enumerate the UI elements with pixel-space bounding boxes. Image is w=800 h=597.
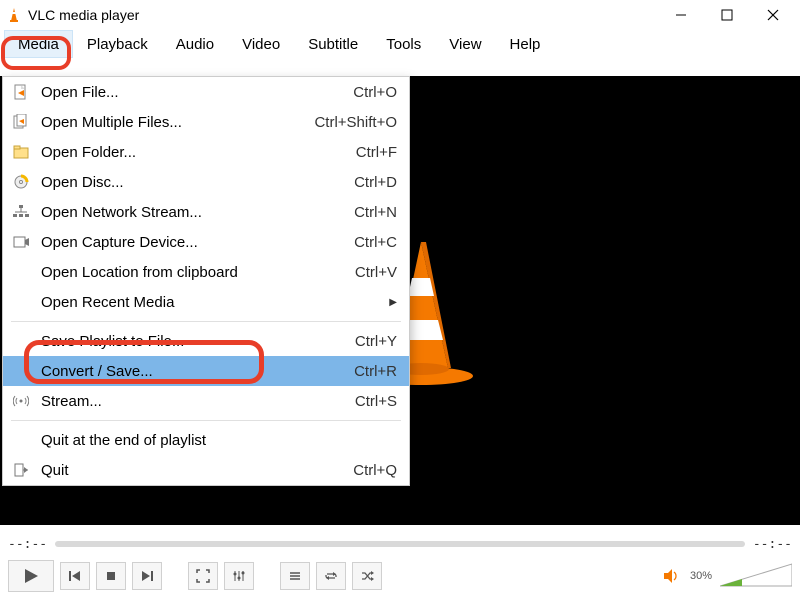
menuitem-shortcut: Ctrl+D [338, 174, 397, 191]
menuitem-shortcut: Ctrl+O [337, 84, 397, 101]
shuffle-button[interactable] [352, 562, 382, 590]
menuitem-label: Quit [41, 462, 337, 479]
menu-subtitle[interactable]: Subtitle [294, 30, 372, 58]
menuitem-shortcut: Ctrl+R [338, 363, 397, 380]
menuitem-open-capture[interactable]: Open Capture Device... Ctrl+C [3, 227, 409, 257]
menuitem-shortcut: Ctrl+Q [337, 462, 397, 479]
titlebar: VLC media player [0, 0, 800, 30]
menuitem-label: Open Folder... [41, 144, 340, 161]
speaker-icon[interactable] [662, 567, 680, 585]
stop-button[interactable] [96, 562, 126, 590]
menuitem-open-network[interactable]: Open Network Stream... Ctrl+N [3, 197, 409, 227]
menuitem-shortcut: Ctrl+S [339, 393, 397, 410]
ext-settings-button[interactable] [224, 562, 254, 590]
menuitem-save-playlist[interactable]: Save Playlist to File... Ctrl+Y [3, 326, 409, 356]
menuitem-open-folder[interactable]: Open Folder... Ctrl+F [3, 137, 409, 167]
menubar: Media Playback Audio Video Subtitle Tool… [0, 30, 800, 58]
menuitem-label: Open Multiple Files... [41, 114, 298, 131]
menu-media[interactable]: Media [4, 30, 73, 58]
menuitem-label: Open File... [41, 84, 337, 101]
close-button[interactable] [750, 0, 796, 30]
volume-percent: 30% [690, 570, 712, 582]
menu-audio[interactable]: Audio [162, 30, 228, 58]
file-icon [11, 82, 31, 102]
remaining-time[interactable]: --:-- [753, 537, 792, 552]
controls-bar: 30% [8, 559, 792, 593]
menu-tools[interactable]: Tools [372, 30, 435, 58]
menuitem-open-file[interactable]: Open File... Ctrl+O [3, 77, 409, 107]
disc-icon [11, 172, 31, 192]
menuitem-open-disc[interactable]: Open Disc... Ctrl+D [3, 167, 409, 197]
minimize-button[interactable] [658, 0, 704, 30]
menuitem-shortcut: Ctrl+Y [339, 333, 397, 350]
menuitem-label: Open Disc... [41, 174, 338, 191]
menu-playback[interactable]: Playback [73, 30, 162, 58]
playlist-button[interactable] [280, 562, 310, 590]
menu-separator [11, 420, 401, 421]
menuitem-quit[interactable]: Quit Ctrl+Q [3, 455, 409, 485]
menuitem-shortcut: Ctrl+C [338, 234, 397, 251]
menuitem-shortcut: Ctrl+N [338, 204, 397, 221]
network-icon [11, 202, 31, 222]
time-tracker: --:-- --:-- [8, 533, 792, 555]
seek-slider[interactable] [55, 541, 745, 547]
menuitem-quit-end[interactable]: Quit at the end of playlist [3, 425, 409, 455]
capture-icon [11, 232, 31, 252]
menuitem-open-multiple[interactable]: Open Multiple Files... Ctrl+Shift+O [3, 107, 409, 137]
quit-icon [11, 460, 31, 480]
menuitem-open-clipboard[interactable]: Open Location from clipboard Ctrl+V [3, 257, 409, 287]
window-title: VLC media player [28, 7, 658, 23]
menuitem-label: Quit at the end of playlist [41, 432, 397, 449]
files-icon [11, 112, 31, 132]
menuitem-label: Open Network Stream... [41, 204, 338, 221]
maximize-button[interactable] [704, 0, 750, 30]
volume-slider[interactable] [720, 562, 792, 590]
menuitem-label: Open Capture Device... [41, 234, 338, 251]
menuitem-label: Open Recent Media [41, 294, 389, 311]
elapsed-time[interactable]: --:-- [8, 537, 47, 552]
menuitem-stream[interactable]: Stream... Ctrl+S [3, 386, 409, 416]
previous-button[interactable] [60, 562, 90, 590]
menuitem-label: Stream... [41, 393, 339, 410]
loop-button[interactable] [316, 562, 346, 590]
media-dropdown: Open File... Ctrl+O Open Multiple Files.… [2, 76, 410, 486]
next-button[interactable] [132, 562, 162, 590]
menu-view[interactable]: View [435, 30, 495, 58]
menu-separator [11, 321, 401, 322]
menuitem-open-recent[interactable]: Open Recent Media ▶ [3, 287, 409, 317]
stream-icon [11, 391, 31, 411]
menuitem-convert-save[interactable]: Convert / Save... Ctrl+R [3, 356, 409, 386]
menuitem-label: Convert / Save... [41, 363, 338, 380]
menuitem-label: Open Location from clipboard [41, 264, 339, 281]
menu-help[interactable]: Help [496, 30, 555, 58]
menuitem-shortcut: Ctrl+Shift+O [298, 114, 397, 131]
menuitem-shortcut: Ctrl+V [339, 264, 397, 281]
menuitem-shortcut: Ctrl+F [340, 144, 397, 161]
vlc-cone-icon [6, 7, 22, 23]
fullscreen-button[interactable] [188, 562, 218, 590]
submenu-arrow-icon: ▶ [389, 297, 397, 308]
menuitem-label: Save Playlist to File... [41, 333, 339, 350]
menu-video[interactable]: Video [228, 30, 294, 58]
folder-icon [11, 142, 31, 162]
play-button[interactable] [8, 560, 54, 592]
